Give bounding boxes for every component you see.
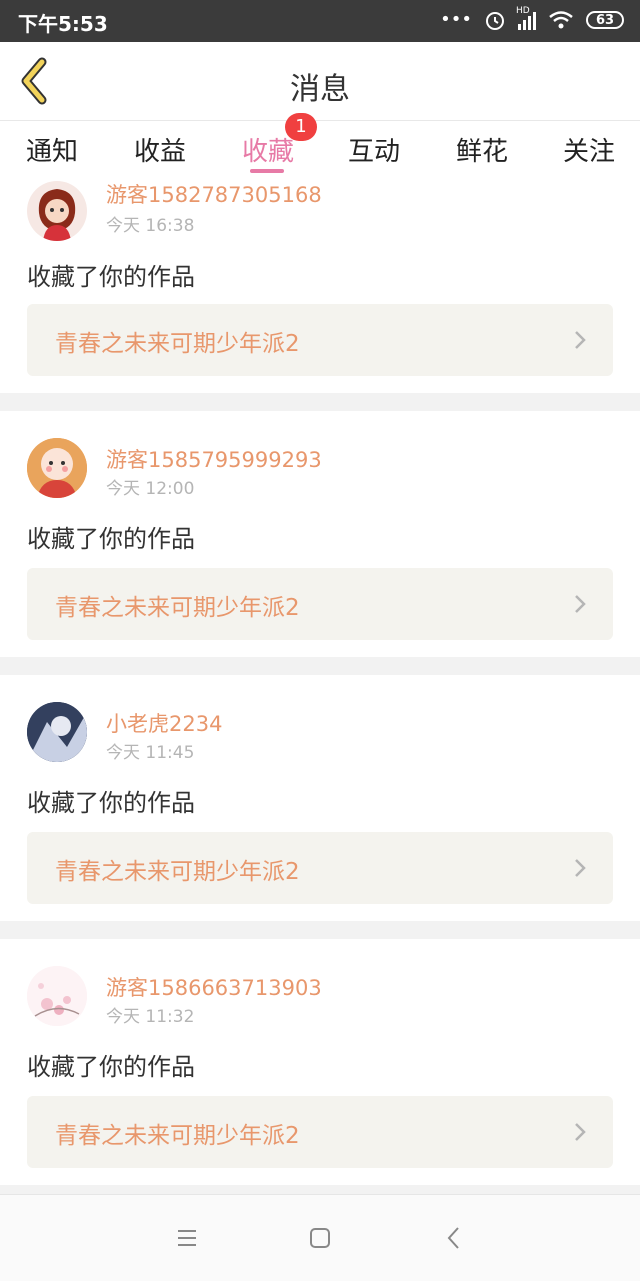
avatar-image [27,438,87,498]
divider [0,1185,640,1194]
avatar-image [27,702,87,762]
tab-earnings[interactable]: 收益 [134,131,186,168]
work-title: 青春之未来可期少年派2 [55,859,300,885]
work-title: 青春之未来可期少年派2 [55,331,300,357]
header-bar: 消息 [0,42,640,121]
battery-icon: 63 [586,11,624,29]
hd-label: HD [516,6,530,16]
signal-icon: HD [516,6,536,30]
timestamp: 今天 11:45 [106,743,195,763]
divider [0,393,640,411]
work-link[interactable]: 青春之未来可期少年派2 [27,832,613,904]
avatar[interactable] [27,702,87,762]
chevron-right-icon [575,859,586,877]
tab-bar: 通知 收益 收藏 1 互动 鲜花 关注 [0,113,640,177]
chevron-right-icon [575,331,586,349]
status-time: 下午5:53 [18,12,108,36]
action-text: 收藏了你的作品 [27,1053,195,1081]
chevron-right-icon [575,1123,586,1141]
unread-badge: 1 [285,113,317,141]
username[interactable]: 小老虎2234 [106,708,222,738]
work-link[interactable]: 青春之未来可期少年派2 [27,1096,613,1168]
list-item: 游客1585795999293 今天 12:00 收藏了你的作品 青春之未来可期… [0,411,640,657]
page-title: 消息 [290,72,350,107]
work-link[interactable]: 青春之未来可期少年派2 [27,304,613,376]
back-nav-icon[interactable] [437,1221,471,1255]
avatar-image [27,966,87,1026]
avatar-image [38,189,76,241]
status-icons: ••• HD 63 [440,6,624,32]
tab-flowers[interactable]: 鲜花 [456,131,508,168]
tab-interaction[interactable]: 互动 [348,131,400,168]
action-text: 收藏了你的作品 [27,525,195,553]
avatar[interactable] [27,966,87,1026]
tab-active-indicator [250,169,284,173]
chevron-right-icon [575,595,586,613]
alarm-icon [486,12,504,30]
work-link[interactable]: 青春之未来可期少年派2 [27,568,613,640]
username[interactable]: 游客1582787305168 [106,179,322,209]
tab-favorites[interactable]: 收藏 [242,131,294,168]
list-item: 游客1586663713903 今天 11:32 收藏了你的作品 青春之未来可期… [0,939,640,1185]
wifi-icon [549,11,573,29]
list-item: 游客1582787305168 今天 16:38 收藏了你的作品 青春之未来可期… [0,177,640,392]
avatar[interactable] [27,438,87,498]
username[interactable]: 游客1586663713903 [106,972,322,1002]
list-item: 小老虎2234 今天 11:45 收藏了你的作品 青春之未来可期少年派2 [0,675,640,921]
divider [0,657,640,675]
action-text: 收藏了你的作品 [27,263,195,291]
more-dots-icon: ••• [440,9,472,30]
work-title: 青春之未来可期少年派2 [55,1123,300,1149]
username[interactable]: 游客1585795999293 [106,444,322,474]
timestamp: 今天 12:00 [106,479,195,499]
divider [0,921,640,939]
action-text: 收藏了你的作品 [27,789,195,817]
work-title: 青春之未来可期少年派2 [55,595,300,621]
tab-notice[interactable]: 通知 [26,131,78,168]
status-bar: 下午5:53 ••• HD 63 [0,0,640,42]
timestamp: 今天 16:38 [106,216,195,236]
timestamp: 今天 11:32 [106,1007,195,1027]
tab-follow[interactable]: 关注 [563,131,615,168]
menu-icon[interactable] [170,1221,204,1255]
avatar[interactable] [27,181,87,241]
home-square-icon[interactable] [303,1221,337,1255]
system-nav-bar [0,1194,640,1281]
